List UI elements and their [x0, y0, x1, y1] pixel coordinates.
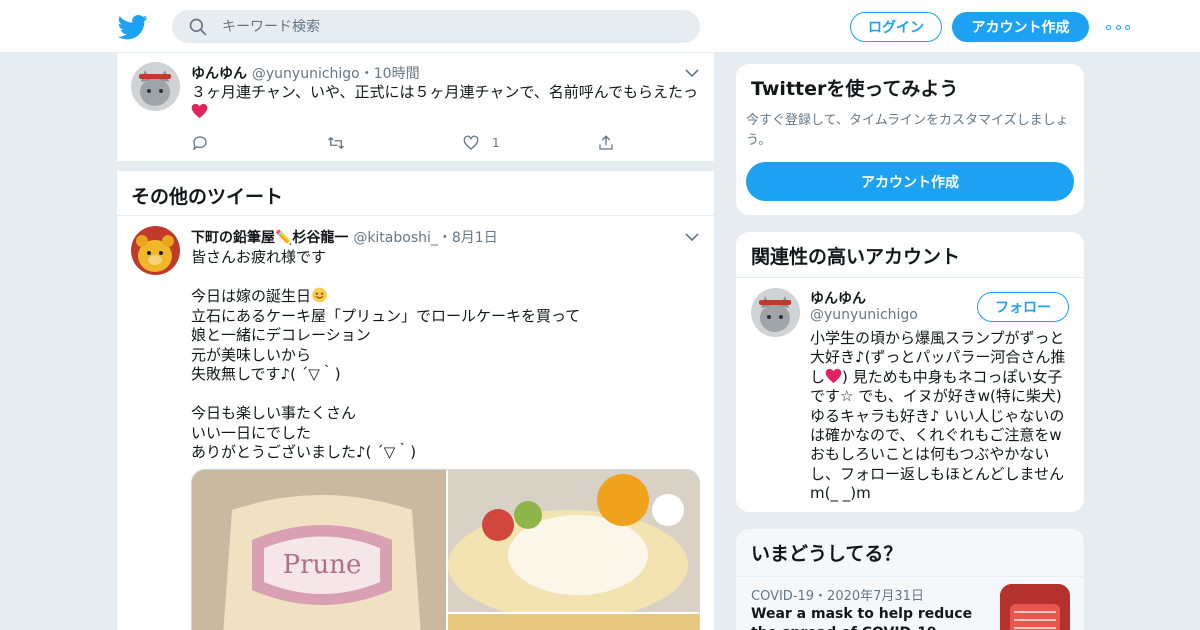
trends-title: いまどうしてる？ [736, 529, 1084, 577]
search-input[interactable] [222, 18, 662, 35]
follow-button[interactable]: フォロー [977, 292, 1069, 322]
red-heart-icon [825, 368, 842, 383]
tweet-text-part: 立石にあるケーキ屋「プリュン」でロールケーキを買って 娘と一緒にデコレーション … [191, 306, 581, 461]
tweet-author: 下町の鉛筆屋✏️杉谷龍一 @kitaboshi_・8月1日 [191, 227, 498, 247]
tweet-time[interactable]: ・8月1日 [438, 230, 498, 246]
related-accounts-title: 関連性の高いアカウント [751, 246, 961, 268]
section-title: その他のツイート [117, 171, 714, 216]
related-accounts-card: 関連性の高いアカウント ゆんゆん @yunyunichigo フォロー 小学生の… [735, 231, 1085, 513]
more-icon[interactable] [1106, 20, 1130, 34]
tweet-media[interactable]: Prune [191, 469, 700, 630]
author-name[interactable]: 下町の鉛筆屋✏️杉谷龍一 [191, 230, 348, 246]
create-account-button[interactable]: アカウント作成 [746, 162, 1074, 201]
tweet-time[interactable]: ・10時間 [360, 66, 420, 82]
tweet-text-part: 皆さんお疲れ様です 今日は嫁の誕生日 [191, 248, 327, 305]
avatar[interactable] [751, 288, 800, 337]
signup-button[interactable]: アカウント作成 [952, 12, 1089, 42]
account-name[interactable]: ゆんゆん [810, 288, 866, 308]
heart-icon [463, 135, 479, 150]
tweet-text: 皆さんお疲れ様です 今日は嫁の誕生日 立石にあるケーキ屋「プリュン」でロールケー… [191, 248, 691, 463]
author-name[interactable]: ゆんゆん [191, 66, 247, 82]
trend-image[interactable] [1000, 584, 1070, 630]
bio-part: ) 見ためも中身もネコっぽい女子です☆ でも、イヌが好きw(特に柴犬) ゆるキャ… [810, 367, 1065, 503]
login-button[interactable]: ログイン [850, 12, 942, 42]
red-heart-icon [191, 103, 208, 118]
twitter-logo-icon[interactable] [118, 12, 148, 42]
share-button[interactable] [597, 133, 615, 153]
reply-button[interactable] [191, 133, 209, 153]
smiling-face-icon [312, 287, 327, 303]
like-count: 1 [492, 136, 500, 150]
reply-icon [192, 136, 207, 151]
divider [736, 277, 1084, 278]
trend-meta: COVID-19・2020年7月31日 [751, 589, 924, 604]
top-bar: ログイン アカウント作成 [0, 0, 1200, 53]
retweet-button[interactable] [327, 133, 345, 153]
divider [117, 161, 714, 171]
account-handle[interactable]: @yunyunichigo [810, 307, 918, 323]
avatar[interactable] [131, 226, 180, 275]
media-image-cake-box[interactable]: Prune [192, 470, 446, 630]
retweet-icon [328, 136, 344, 150]
like-button[interactable]: 1 [462, 133, 500, 153]
avatar[interactable] [131, 62, 180, 111]
search-bar[interactable] [172, 10, 700, 43]
tweet-text-content: ３ヶ月連チャン、いや、正式には５ヶ月連チャンで、名前呼んでもらえたっ [191, 83, 699, 101]
account-bio: 小学生の頃から爆風スランプがずっと大好き♪(ずっとパッパラー河合さん推し) 見た… [810, 329, 1072, 504]
signup-card-description: 今すぐ登録して、タイムラインをカスタマイズしましょう。 [746, 113, 1069, 148]
signup-card-title: Twitterを使ってみよう [751, 78, 959, 100]
tweet-actions: 1 [191, 133, 613, 153]
trends-card: いまどうしてる？ COVID-19・2020年7月31日 Wear a mask… [735, 528, 1085, 630]
tweet-text: ３ヶ月連チャン、いや、正式には５ヶ月連チャンで、名前呼んでもらえたっ [191, 83, 701, 122]
media-image-roll-cake[interactable] [448, 470, 699, 620]
trend-headline[interactable]: Wear a mask to help reduce the spread of… [751, 605, 981, 630]
author-handle[interactable]: @kitaboshi_ [353, 230, 438, 246]
chevron-down-icon[interactable] [685, 232, 699, 242]
search-icon [189, 18, 207, 35]
main-column: ゆんゆん @yunyunichigo・10時間 ３ヶ月連チャン、いや、正式には５… [116, 53, 715, 630]
tweet[interactable]: 下町の鉛筆屋✏️杉谷龍一 @kitaboshi_・8月1日 皆さんお疲れ様です … [117, 216, 714, 630]
tweet-author: ゆんゆん @yunyunichigo・10時間 [191, 63, 420, 83]
author-handle[interactable]: @yunyunichigo [252, 66, 360, 82]
tweet[interactable]: ゆんゆん @yunyunichigo・10時間 ３ヶ月連チャン、いや、正式には５… [117, 53, 714, 161]
chevron-down-icon[interactable] [685, 68, 699, 78]
signup-card: Twitterを使ってみよう 今すぐ登録して、タイムラインをカスタマイズしましょ… [735, 63, 1085, 216]
svg-text:Prune: Prune [283, 550, 362, 580]
media-image-fruit[interactable] [448, 614, 699, 630]
share-icon [599, 135, 613, 150]
